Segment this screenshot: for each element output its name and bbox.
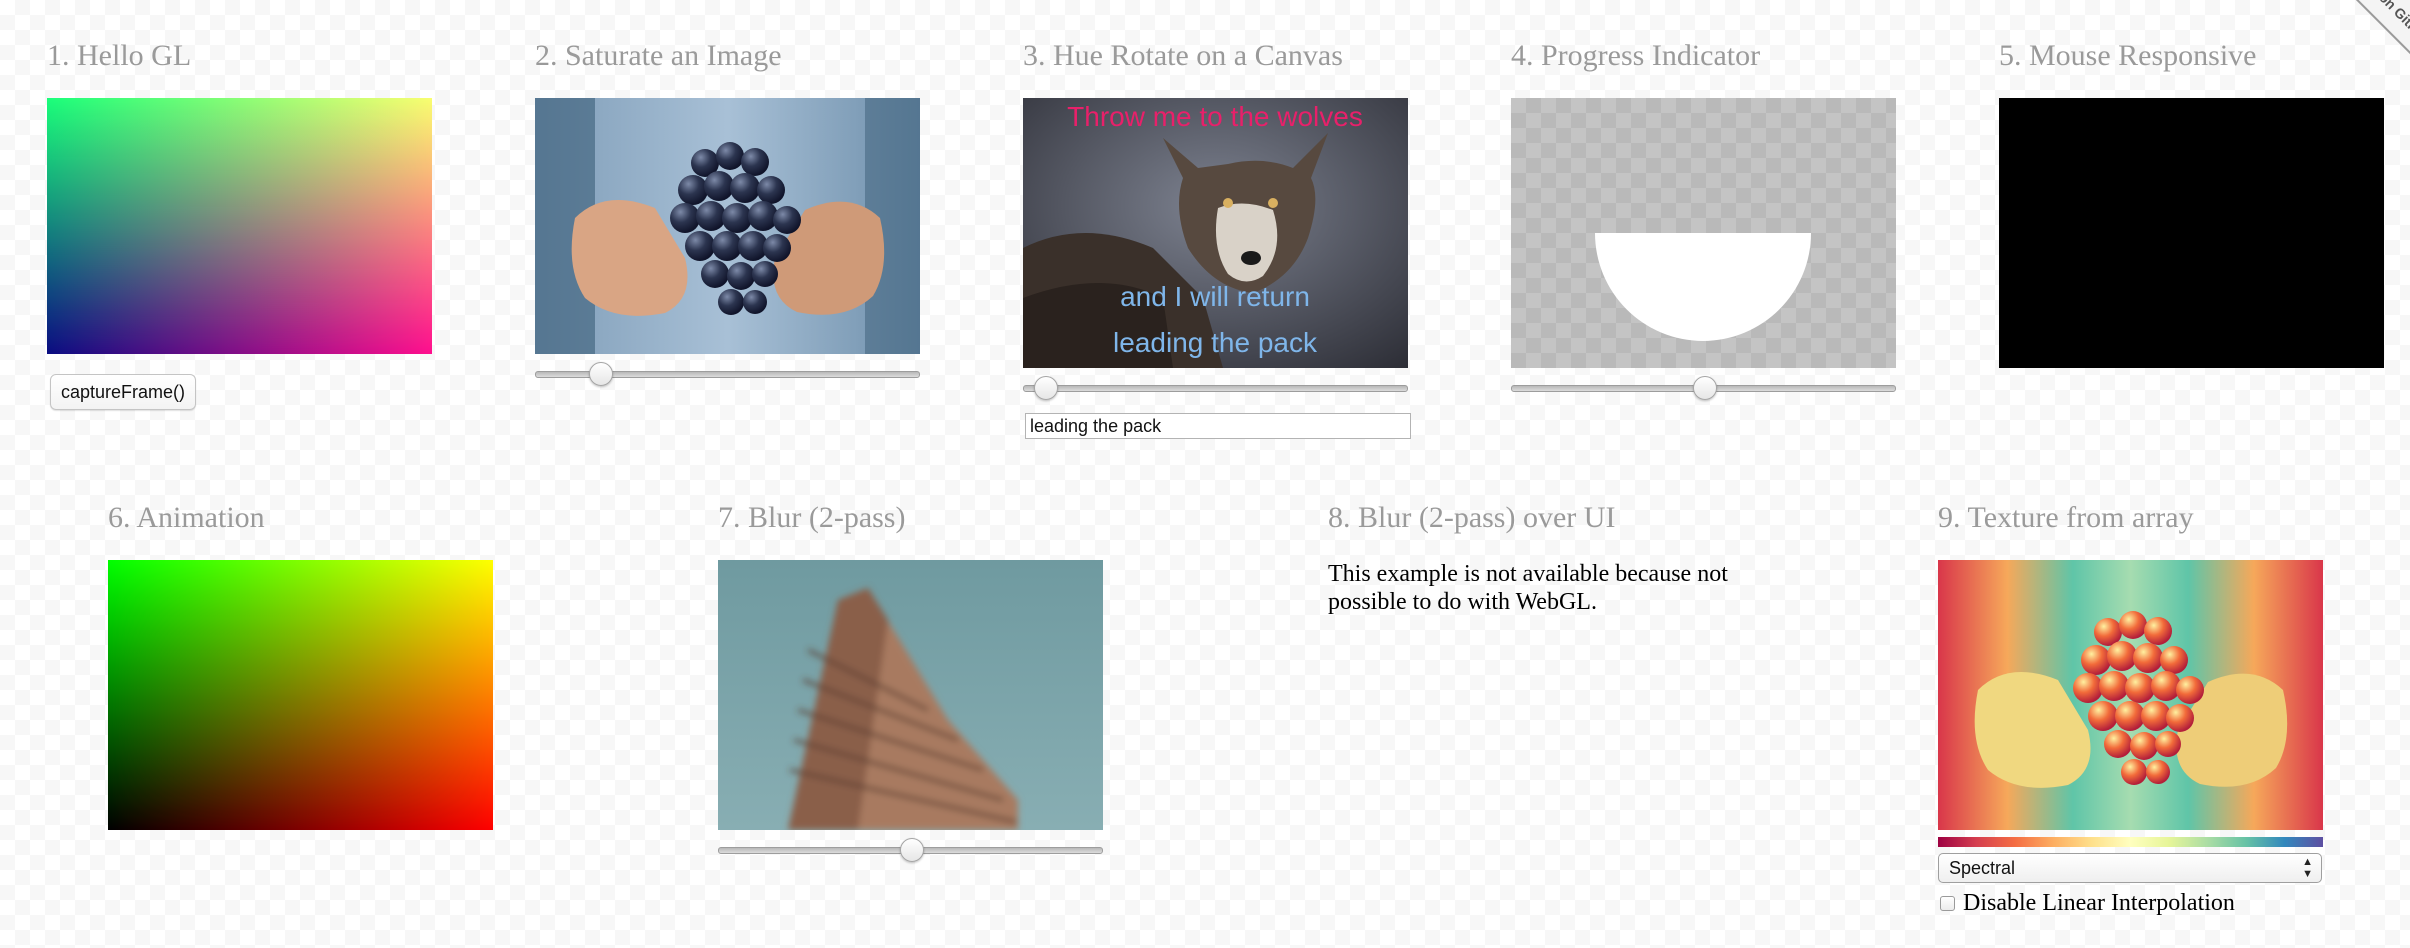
hue-overlay-line1-text: and I will return <box>1120 281 1310 312</box>
blur-slider[interactable] <box>718 838 1103 862</box>
spectral-colormap-bar <box>1938 837 2323 847</box>
example-title: 2. Saturate an Image <box>535 39 782 72</box>
select-arrows-icon: ▲ ▼ <box>2302 856 2313 880</box>
overlay-text-input[interactable]: leading the pack <box>1025 413 1411 439</box>
grapes-image-canvas <box>535 98 920 354</box>
progress-canvas <box>1511 98 1896 368</box>
slider-thumb[interactable] <box>1692 376 1717 400</box>
colormap-select-value: Spectral <box>1949 858 2016 878</box>
github-corner-ribbon[interactable]: Fork me on GitHub <box>2314 0 2410 69</box>
disable-interpolation-label: Disable Linear Interpolation <box>1963 889 2235 916</box>
example-title: 1. Hello GL <box>47 39 192 72</box>
wolf-image-canvas: Throw me to the wolves and I will return… <box>1023 98 1408 368</box>
animation-canvas <box>108 560 493 830</box>
example-title: 9. Texture from array <box>1938 501 2194 534</box>
colormap-select[interactable]: Spectral ▲ ▼ <box>1938 853 2322 883</box>
saturation-slider[interactable] <box>535 362 920 386</box>
slider-thumb[interactable] <box>899 838 924 862</box>
hue-overlay-top-text: Throw me to the wolves <box>1067 101 1363 132</box>
hello-gl-canvas <box>47 98 432 354</box>
progress-slider[interactable] <box>1511 376 1896 400</box>
example-title: 7. Blur (2-pass) <box>718 501 906 534</box>
example-title: 3. Hue Rotate on a Canvas <box>1023 39 1343 72</box>
capture-frame-button[interactable]: captureFrame() <box>50 374 197 410</box>
example-title: 4. Progress Indicator <box>1511 39 1761 72</box>
slider-thumb[interactable] <box>1033 376 1058 400</box>
slider-track <box>1023 385 1408 392</box>
blur-canvas <box>718 560 1103 830</box>
texture-canvas <box>1938 560 2323 830</box>
example-title: 5. Mouse Responsive <box>1999 39 2257 72</box>
example-title: 8. Blur (2-pass) over UI <box>1328 501 1616 534</box>
example-title: 6. Animation <box>108 501 265 534</box>
not-available-message: This example is not available because no… <box>1328 561 1728 615</box>
disable-interpolation-checkbox[interactable] <box>1940 895 1955 911</box>
mouse-responsive-canvas[interactable] <box>1999 98 2384 368</box>
hue-rotate-slider[interactable] <box>1023 376 1408 400</box>
disable-interpolation-row[interactable]: Disable Linear Interpolation <box>1940 889 2235 917</box>
slider-thumb[interactable] <box>589 362 614 386</box>
hue-overlay-line2-text: leading the pack <box>1113 327 1318 358</box>
